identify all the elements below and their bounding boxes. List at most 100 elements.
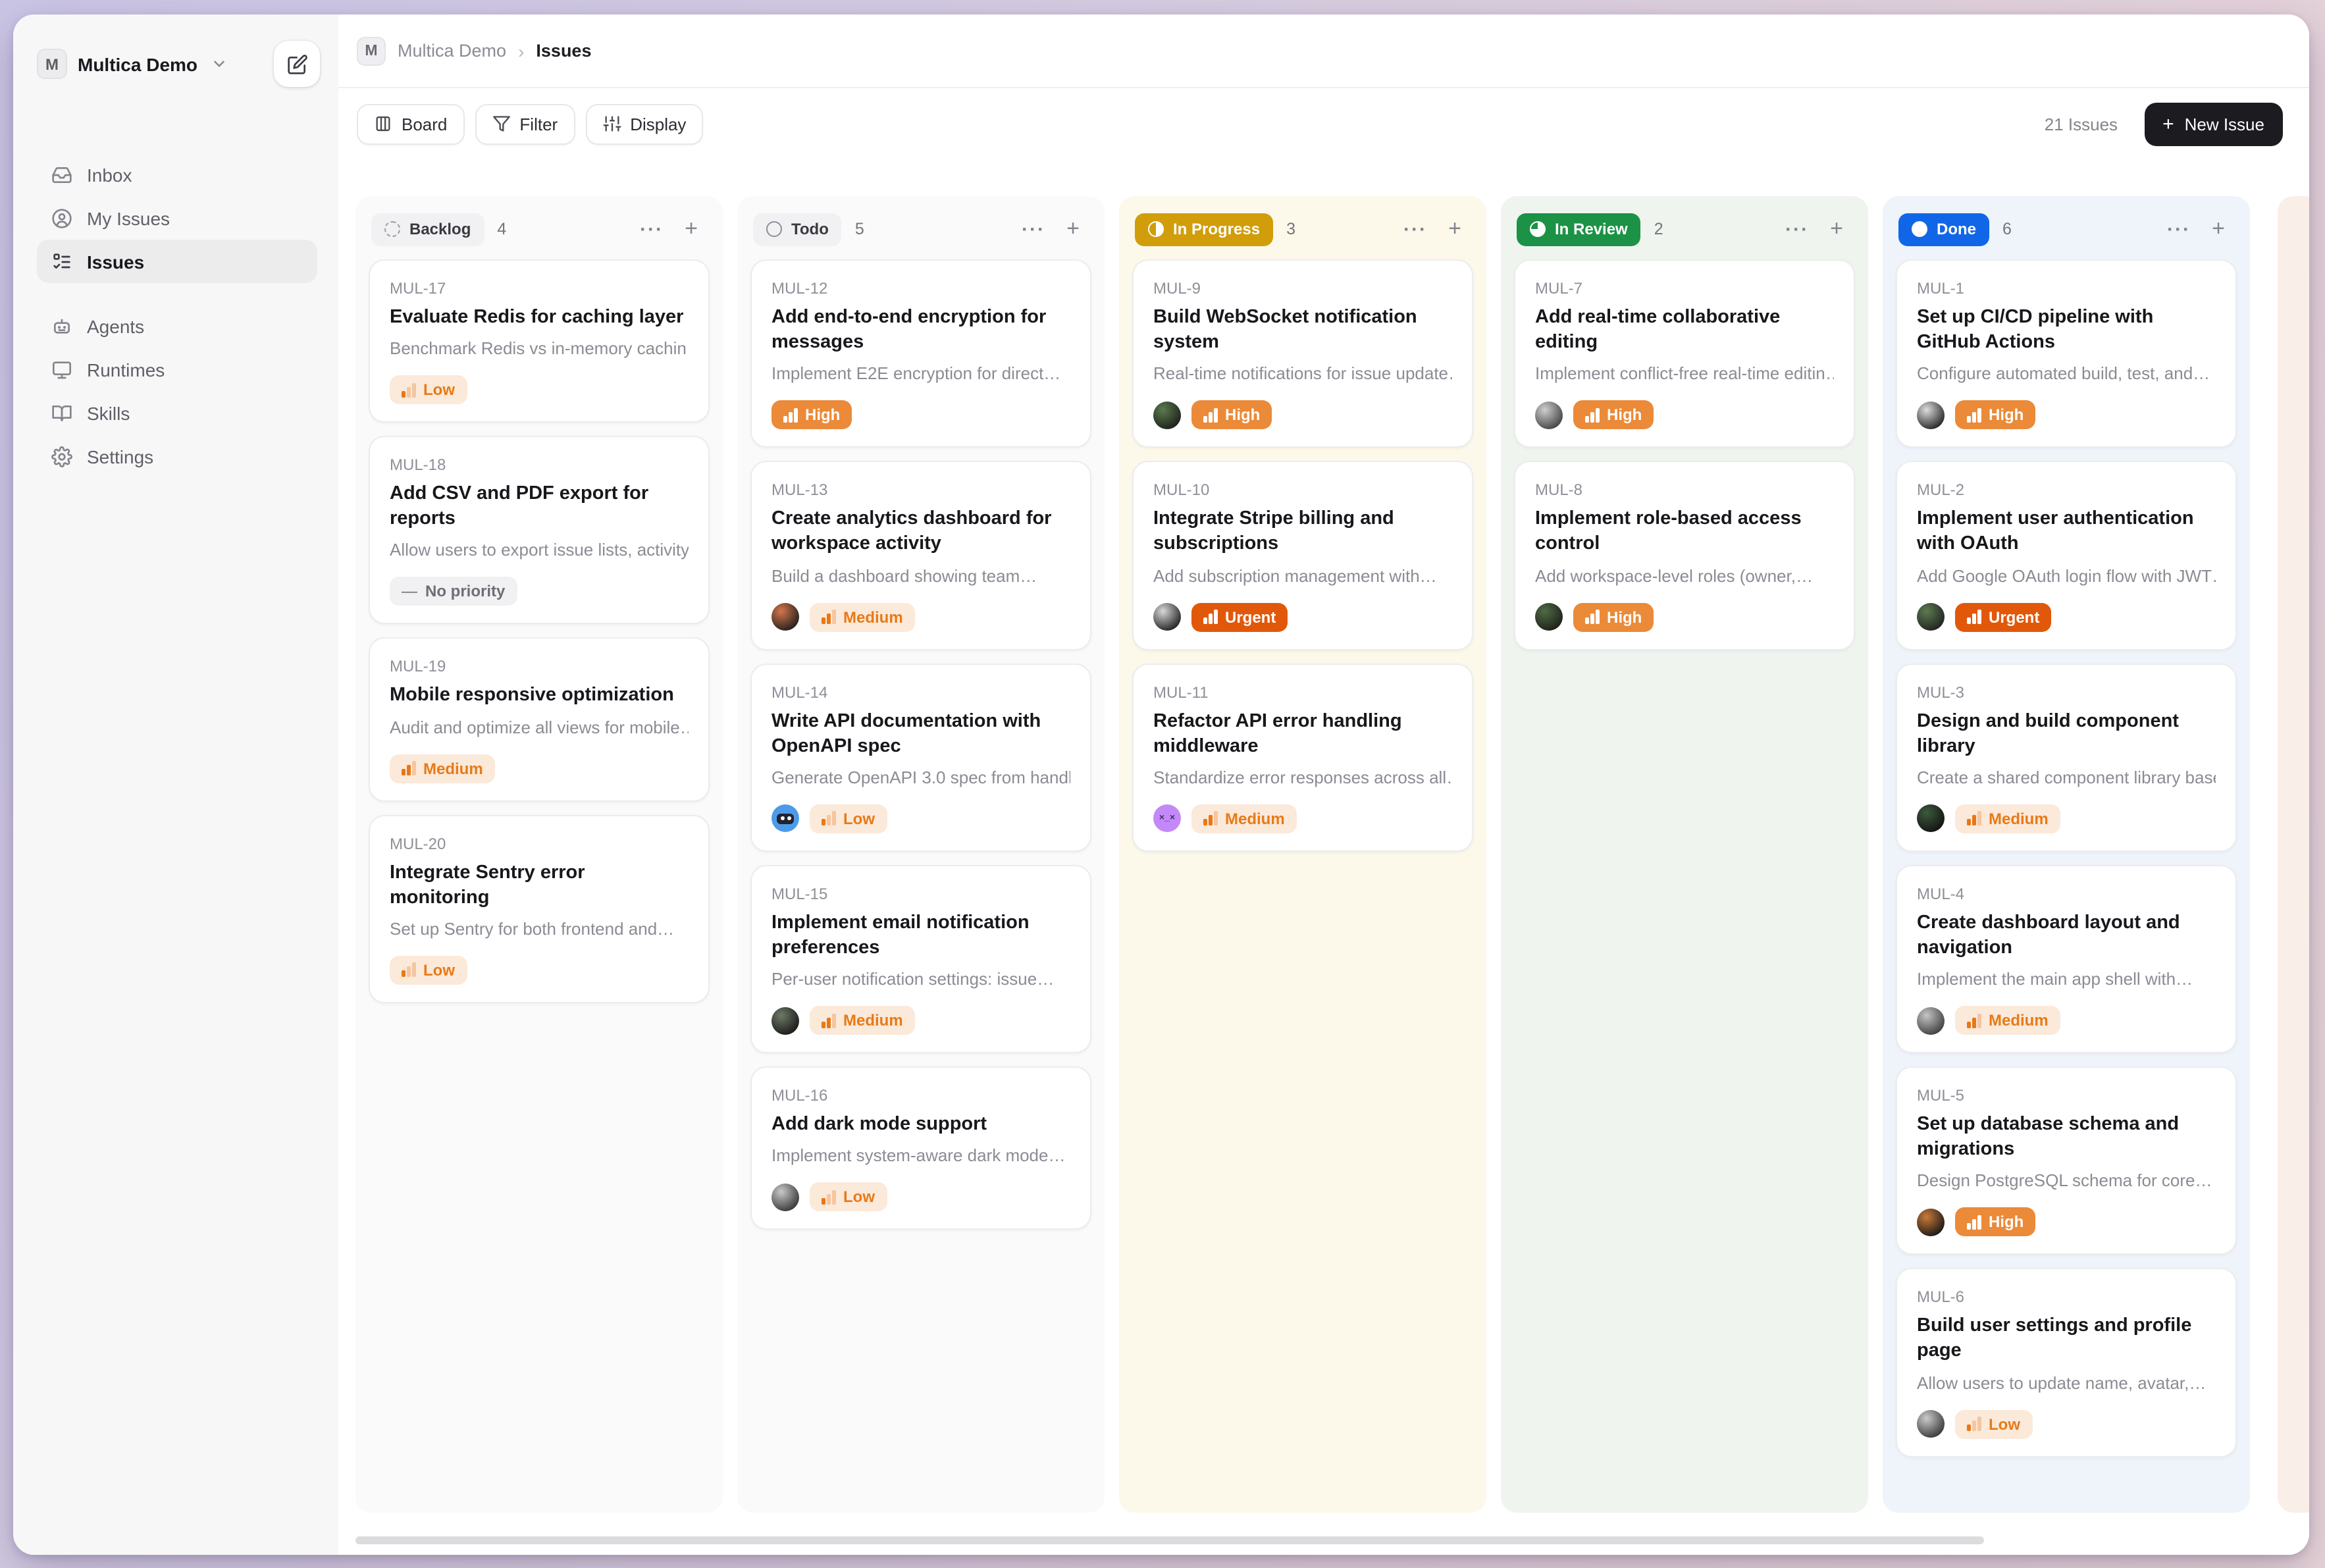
- priority-badge[interactable]: Medium: [390, 754, 495, 783]
- priority-badge[interactable]: Urgent: [1191, 602, 1288, 631]
- column-status-pill[interactable]: In Progress: [1135, 213, 1273, 246]
- display-button[interactable]: Display: [585, 103, 703, 144]
- issue-card[interactable]: MUL-1Set up CI/CD pipeline with GitHub A…: [1896, 259, 2237, 448]
- horizontal-scrollbar-thumb[interactable]: [355, 1536, 1984, 1544]
- issue-card[interactable]: MUL-7Add real-time collaborative editing…: [1514, 259, 1855, 448]
- issue-card[interactable]: MUL-4Create dashboard layout and navigat…: [1896, 865, 2237, 1054]
- issue-card[interactable]: MUL-15Implement email notification prefe…: [750, 865, 1091, 1054]
- issue-card[interactable]: MUL-16Add dark mode supportImplement sys…: [750, 1066, 1091, 1230]
- issue-id: MUL-9: [1153, 279, 1452, 298]
- sidebar-section-gap: [37, 283, 317, 304]
- issue-card[interactable]: MUL-17Evaluate Redis for caching layerBe…: [369, 259, 710, 423]
- issue-title: Implement email notification preferences: [771, 911, 1070, 962]
- issue-card[interactable]: MUL-19Mobile responsive optimizationAudi…: [369, 638, 710, 801]
- issue-card[interactable]: MUL-18Add CSV and PDF export for reports…: [369, 436, 710, 625]
- column-status-label: In Review: [1555, 220, 1628, 238]
- chevron-down-icon: [211, 55, 228, 72]
- board-view-button[interactable]: Board: [357, 103, 464, 144]
- column-add-button[interactable]: +: [1439, 213, 1471, 245]
- priority-badge[interactable]: Medium: [810, 1006, 915, 1035]
- issue-id: MUL-1: [1917, 279, 2216, 298]
- priority-badge[interactable]: —No priority: [390, 577, 517, 606]
- priority-badge[interactable]: Medium: [1955, 1006, 2060, 1035]
- page-background: M Multica Demo InboxMy IssuesIssuesAgent…: [0, 0, 2325, 1568]
- priority-badge[interactable]: Urgent: [1955, 602, 2051, 631]
- issue-card-footer: High: [771, 401, 1070, 430]
- inbox-icon: [51, 164, 72, 185]
- issue-title: Implement role-based access control: [1535, 508, 1834, 558]
- sidebar-item-agents[interactable]: Agents: [37, 304, 317, 348]
- filter-label: Filter: [519, 114, 558, 134]
- priority-bars-icon: [1203, 408, 1217, 423]
- issue-id: MUL-2: [1917, 481, 2216, 500]
- column-more-button[interactable]: ···: [1018, 213, 1049, 245]
- priority-badge[interactable]: Low: [390, 375, 467, 404]
- priority-label: Medium: [423, 759, 483, 777]
- issue-card[interactable]: MUL-20Integrate Sentry error monitoringS…: [369, 814, 710, 1003]
- priority-bars-icon: [1967, 408, 1981, 423]
- column-add-button[interactable]: +: [1057, 213, 1089, 245]
- issue-description: Audit and optimize all views for mobile…: [390, 717, 689, 737]
- issue-card-footer: Low: [1917, 1409, 2216, 1438]
- column-more-button[interactable]: ···: [1399, 213, 1431, 245]
- compose-button[interactable]: [274, 41, 320, 87]
- issue-description: Implement E2E encryption for direct…: [771, 364, 1070, 384]
- priority-bars-icon: [402, 761, 415, 775]
- priority-badge[interactable]: Low: [810, 1182, 887, 1211]
- issue-card[interactable]: MUL-12Add end-to-end encryption for mess…: [750, 259, 1091, 448]
- breadcrumb-workspace[interactable]: Multica Demo: [398, 41, 506, 61]
- sidebar-item-label: My Issues: [87, 207, 170, 228]
- sidebar-item-settings[interactable]: Settings: [37, 434, 317, 478]
- priority-badge[interactable]: Low: [390, 956, 467, 985]
- priority-badge[interactable]: Medium: [1955, 804, 2060, 833]
- sliders-icon: [602, 115, 621, 133]
- column-status-pill[interactable]: In Review: [1517, 213, 1641, 246]
- issue-description: Set up Sentry for both frontend and…: [390, 919, 689, 939]
- priority-badge[interactable]: Low: [810, 804, 887, 833]
- issue-card-footer: ×_×Medium: [1153, 804, 1452, 833]
- priority-badge[interactable]: High: [1191, 401, 1272, 430]
- board-viewport: Backlog4···+MUL-17Evaluate Redis for cac…: [338, 159, 2309, 1555]
- issue-card[interactable]: MUL-3Design and build component libraryC…: [1896, 663, 2237, 852]
- priority-badge[interactable]: Medium: [810, 602, 915, 631]
- issue-card[interactable]: MUL-11Refactor API error handling middle…: [1132, 663, 1473, 852]
- issue-card[interactable]: MUL-6Build user settings and profile pag…: [1896, 1268, 2237, 1457]
- new-issue-button[interactable]: + New Issue: [2144, 102, 2283, 145]
- column-more-button[interactable]: ···: [636, 213, 667, 245]
- issue-card[interactable]: MUL-8Implement role-based access control…: [1514, 461, 1855, 650]
- column-status-pill[interactable]: Backlog: [371, 213, 484, 246]
- issue-card[interactable]: MUL-13Create analytics dashboard for wor…: [750, 461, 1091, 650]
- assignee-avatar: [771, 1183, 799, 1211]
- issue-description: Implement conflict-free real-time editin…: [1535, 364, 1834, 384]
- issue-card[interactable]: MUL-9Build WebSocket notification system…: [1132, 259, 1473, 448]
- issue-card[interactable]: MUL-2Implement user authentication with …: [1896, 461, 2237, 650]
- column-status-pill[interactable]: Done: [1898, 213, 1989, 246]
- priority-badge[interactable]: High: [1573, 602, 1654, 631]
- plus-icon: +: [2162, 114, 2174, 134]
- column-add-button[interactable]: +: [2203, 213, 2234, 245]
- sidebar-item-skills[interactable]: Skills: [37, 391, 317, 434]
- column-add-button[interactable]: +: [675, 213, 707, 245]
- priority-badge[interactable]: Low: [1955, 1409, 2032, 1438]
- sidebar-item-label: Settings: [87, 446, 153, 467]
- priority-badge[interactable]: High: [1955, 401, 2035, 430]
- issue-description: Add Google OAuth login flow with JWT…: [1917, 565, 2216, 585]
- priority-bars-icon: [1585, 610, 1599, 624]
- issue-card[interactable]: MUL-14Write API documentation with OpenA…: [750, 663, 1091, 852]
- sidebar-item-issues[interactable]: Issues: [37, 240, 317, 283]
- column-more-button[interactable]: ···: [1781, 213, 1813, 245]
- sidebar-item-runtimes[interactable]: Runtimes: [37, 348, 317, 391]
- sidebar-item-inbox[interactable]: Inbox: [37, 153, 317, 196]
- priority-label: High: [1607, 406, 1642, 425]
- column-more-button[interactable]: ···: [2163, 213, 2195, 245]
- column-add-button[interactable]: +: [1821, 213, 1852, 245]
- priority-badge[interactable]: High: [771, 401, 852, 430]
- filter-button[interactable]: Filter: [475, 103, 575, 144]
- priority-badge[interactable]: High: [1573, 401, 1654, 430]
- issue-card[interactable]: MUL-5Set up database schema and migratio…: [1896, 1066, 2237, 1255]
- priority-badge[interactable]: High: [1955, 1208, 2035, 1237]
- column-status-pill[interactable]: Todo: [753, 213, 842, 246]
- sidebar-item-my-issues[interactable]: My Issues: [37, 196, 317, 240]
- issue-card[interactable]: MUL-10Integrate Stripe billing and subsc…: [1132, 461, 1473, 650]
- priority-badge[interactable]: Medium: [1191, 804, 1297, 833]
